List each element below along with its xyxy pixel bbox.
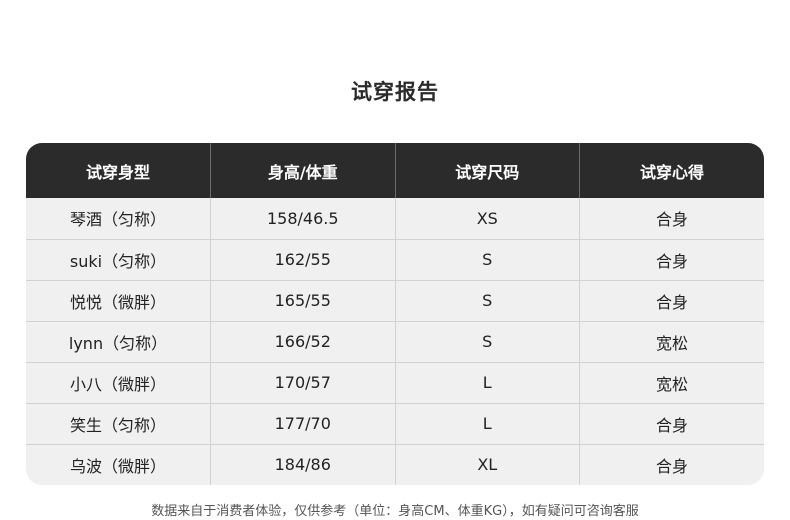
footnote: 数据来自于消费者体验，仅供参考（单位：身高CM、体重KG），如有疑问可咨询客服: [151, 504, 639, 519]
page-title: 试穿报告: [351, 80, 439, 104]
cell-height-weight: 165/55: [210, 279, 395, 321]
cell-body-type: 乌波（微胖）: [26, 443, 211, 485]
table-row: suki（匀称） 162/55 S 合身: [26, 238, 764, 280]
cell-fit-feedback: 合身: [579, 198, 764, 239]
header-height-weight: 身高/体重: [210, 143, 395, 198]
table-header-row: 试穿身型 身高/体重 试穿尺码 试穿心得: [26, 143, 764, 198]
cell-size: S: [394, 238, 580, 280]
cell-body-type: suki（匀称）: [26, 238, 211, 280]
cell-body-type: lynn（匀称）: [26, 320, 211, 362]
cell-size: XS: [394, 198, 580, 239]
cell-fit-feedback: 合身: [579, 443, 764, 485]
try-on-report-table: 试穿身型 身高/体重 试穿尺码 试穿心得 琴酒（匀称） 158/46.5 XS …: [26, 143, 764, 485]
cell-height-weight: 170/57: [210, 361, 395, 403]
table-row: 悦悦（微胖） 165/55 S 合身: [26, 279, 764, 321]
cell-fit-feedback: 宽松: [579, 361, 764, 403]
cell-body-type: 笑生（匀称）: [26, 402, 211, 444]
table-row: lynn（匀称） 166/52 S 宽松: [26, 320, 764, 362]
header-fit-feedback: 试穿心得: [579, 143, 764, 198]
cell-fit-feedback: 合身: [579, 238, 764, 280]
cell-body-type: 小八（微胖）: [26, 361, 211, 403]
cell-size: S: [394, 279, 580, 321]
cell-fit-feedback: 宽松: [579, 320, 764, 362]
header-size: 试穿尺码: [394, 143, 580, 198]
cell-size: L: [394, 402, 580, 444]
cell-body-type: 琴酒（匀称）: [69, 210, 166, 230]
header-body-type: 试穿身型: [85, 162, 150, 182]
table-row: 乌波（微胖） 184/86 XL 合身: [26, 443, 764, 485]
cell-size: S: [394, 320, 580, 362]
cell-height-weight: 184/86: [210, 443, 395, 485]
cell-size: XL: [394, 443, 580, 485]
cell-fit-feedback: 合身: [579, 402, 764, 444]
cell-height-weight: 158/46.5: [210, 198, 395, 239]
cell-body-type: 悦悦（微胖）: [26, 279, 211, 321]
cell-height-weight: 177/70: [210, 402, 395, 444]
table-row: 笑生（匀称） 177/70 L 合身: [26, 402, 764, 444]
table-row: 小八（微胖） 170/57 L 宽松: [26, 361, 764, 403]
table-row: 琴酒（匀称） 158/46.5 XS 合身: [26, 198, 764, 239]
cell-fit-feedback: 合身: [579, 279, 764, 321]
cell-height-weight: 166/52: [210, 320, 395, 362]
cell-height-weight: 162/55: [210, 238, 395, 280]
cell-size: L: [394, 361, 580, 403]
